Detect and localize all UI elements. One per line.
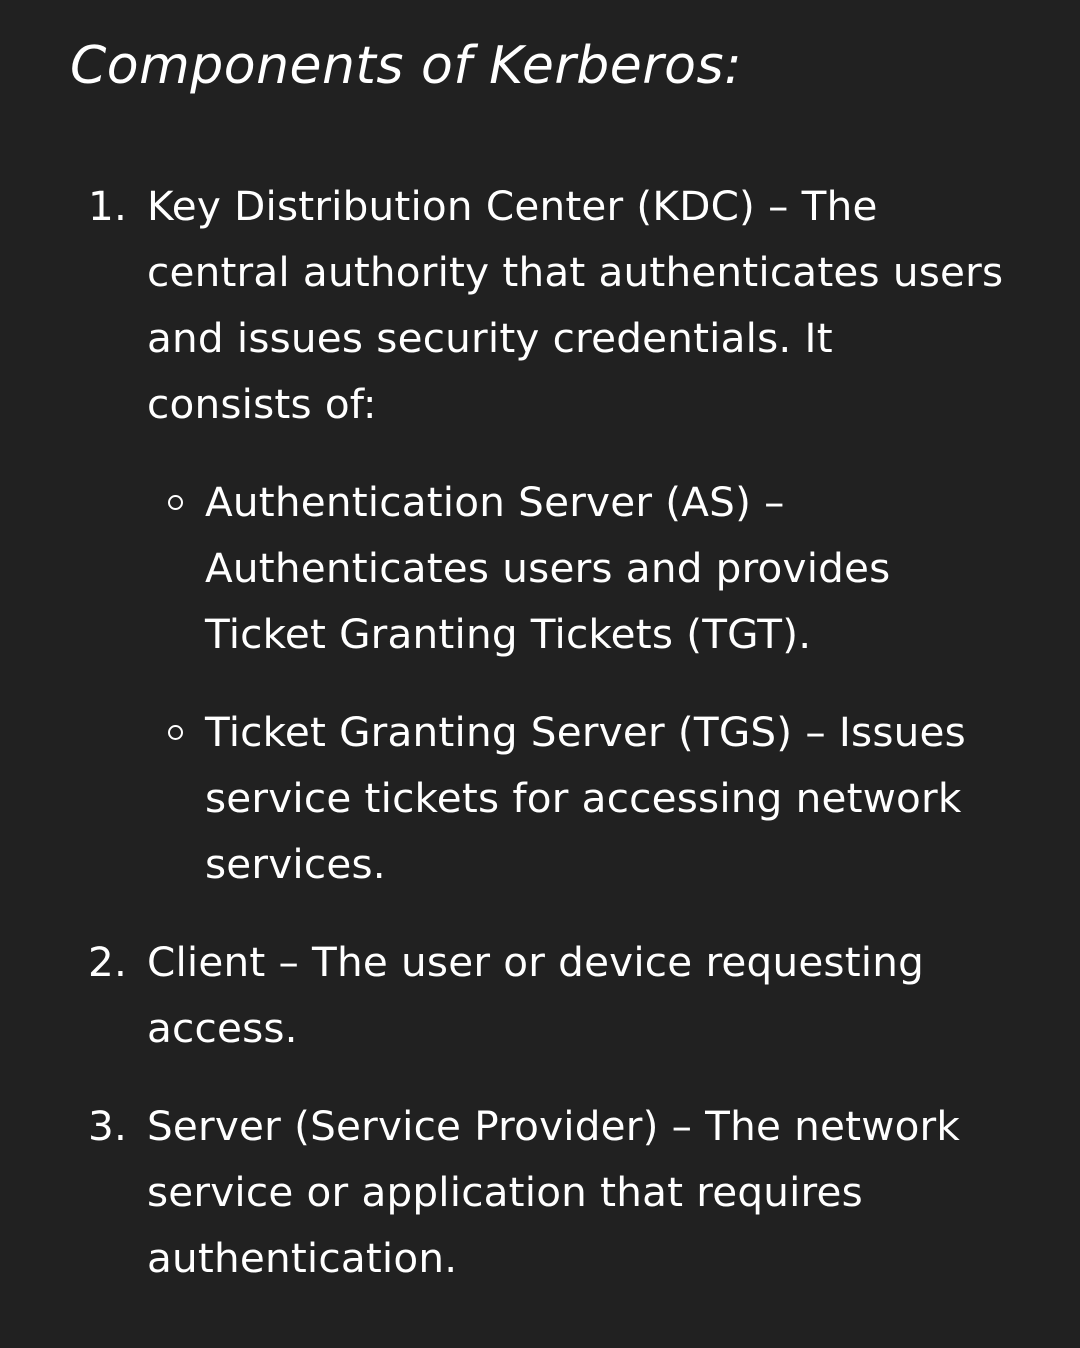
sublist-item-authentication-server: Authentication Server (AS) – Authenticat… <box>147 469 1010 667</box>
list-item-text: Server (Service Provider) – The network … <box>147 1102 961 1282</box>
list-item-kdc: 1. Key Distribution Center (KDC) – The c… <box>0 173 1080 897</box>
list-number: 1. <box>88 182 128 230</box>
section-heading: Components of Kerberos: <box>70 36 743 96</box>
sublist-item-text: Ticket Granting Server (TGS) – Issues se… <box>205 708 966 888</box>
sublist-item-text: Authentication Server (AS) – Authenticat… <box>205 478 891 658</box>
components-list: 1. Key Distribution Center (KDC) – The c… <box>0 173 1080 1291</box>
list-number: 3. <box>88 1102 128 1150</box>
kdc-sublist: Authentication Server (AS) – Authenticat… <box>147 469 1010 897</box>
list-number: 2. <box>88 938 128 986</box>
hollow-circle-bullet-icon <box>168 725 183 740</box>
sublist-item-ticket-granting-server: Ticket Granting Server (TGS) – Issues se… <box>147 699 1010 897</box>
list-item-text: Client – The user or device requesting a… <box>147 938 925 1052</box>
list-item-server: 3. Server (Service Provider) – The netwo… <box>0 1093 1080 1291</box>
document-page: Components of Kerberos: 1. Key Distribut… <box>0 0 1080 1348</box>
list-item-text: Key Distribution Center (KDC) – The cent… <box>147 182 1004 428</box>
hollow-circle-bullet-icon <box>168 495 183 510</box>
list-item-client: 2. Client – The user or device requestin… <box>0 929 1080 1061</box>
